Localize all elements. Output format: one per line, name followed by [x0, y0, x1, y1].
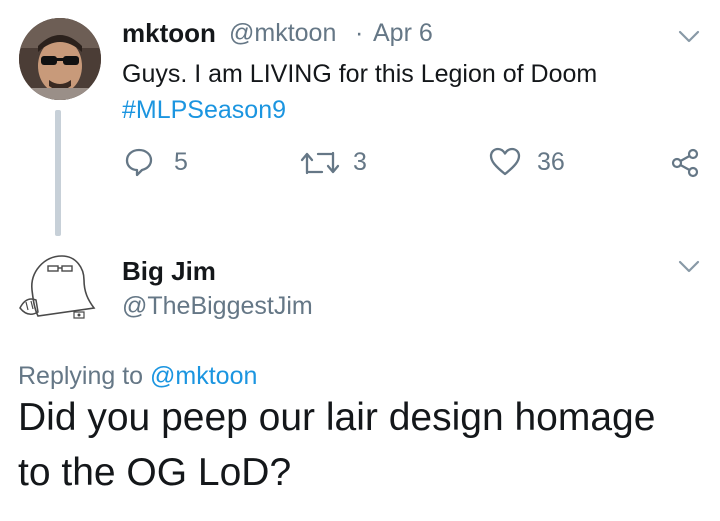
- like-count: 36: [537, 147, 565, 176]
- heart-icon: [489, 147, 521, 176]
- author-handle[interactable]: @mktoon: [229, 19, 336, 48]
- tweet-text: Guys. I am LIVING for this Legion of Doo…: [122, 60, 598, 88]
- retweet-count: 3: [353, 148, 367, 176]
- share-icon: [671, 148, 699, 178]
- chevron-down-icon: [678, 30, 700, 43]
- thread-line: [55, 110, 61, 236]
- hashtag-link[interactable]: #MLPSeason9: [122, 96, 286, 125]
- like-button[interactable]: 36: [489, 147, 565, 177]
- author-name[interactable]: Big Jim: [122, 256, 216, 287]
- retweet-button[interactable]: 3: [300, 148, 367, 177]
- avatar-photo: [19, 18, 101, 100]
- retweet-icon: [300, 151, 340, 174]
- tweet-menu-button[interactable]: [678, 30, 700, 49]
- author-handle[interactable]: @TheBiggestJim: [122, 292, 313, 321]
- chevron-down-icon: [678, 260, 700, 273]
- replying-to-label: Replying to: [18, 362, 144, 390]
- reply-count: 5: [174, 147, 188, 176]
- share-button[interactable]: [670, 148, 700, 183]
- tweet-date[interactable]: Apr 6: [373, 19, 433, 48]
- reply-text-line1: Did you peep our lair design homage: [18, 396, 656, 439]
- avatar[interactable]: [18, 246, 100, 328]
- avatar-drawing: [18, 246, 100, 328]
- reply-button[interactable]: 5: [124, 147, 188, 177]
- avatar[interactable]: [19, 18, 101, 100]
- tweet-menu-button[interactable]: [678, 260, 700, 279]
- replying-to: Replying to @mktoon: [18, 362, 257, 391]
- mention-link[interactable]: @mktoon: [150, 362, 257, 390]
- reply-text-line2: to the OG LoD?: [18, 451, 292, 494]
- meta-separator: ·: [355, 19, 364, 47]
- author-name[interactable]: mktoon: [122, 18, 216, 49]
- reply-icon: [125, 148, 153, 177]
